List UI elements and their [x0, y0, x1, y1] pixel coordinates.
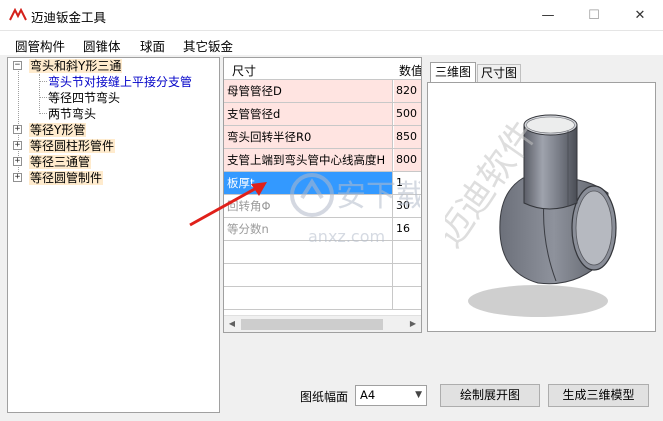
grid-row-empty: [224, 241, 421, 264]
tree-node-round-pipe-parts[interactable]: + 等径圆管制件: [13, 170, 104, 186]
grid-row[interactable]: 支管管径d 500: [224, 103, 421, 126]
grid-row[interactable]: 母管管径D 820: [224, 80, 421, 103]
tree-node-label: 等径圆柱形管件: [29, 139, 116, 153]
expand-icon[interactable]: +: [13, 141, 22, 150]
param-name: 母管管径D: [224, 80, 393, 102]
component-tree[interactable]: − 弯头和斜Y形三通 弯头节对接缝上平接分支管 等径四节弯头 两节弯头 + 等径…: [7, 57, 220, 413]
param-value[interactable]: 800: [394, 149, 421, 171]
tree-leaf-two-section-elbow[interactable]: 两节弯头: [48, 106, 96, 122]
tree-connector-line: [39, 81, 47, 82]
tree-node-label: 等径圆管制件: [29, 171, 104, 185]
tree-node-tee-pipe[interactable]: + 等径三通管: [13, 154, 92, 170]
grid-row[interactable]: 回转角Φ 30: [224, 195, 421, 218]
param-name: 支管上端到弯头管中心线高度H: [224, 149, 393, 171]
param-value[interactable]: 30: [394, 195, 421, 217]
param-name: 板厚t: [224, 172, 393, 194]
window-title: 迈迪钣金工具: [31, 10, 107, 25]
paper-size-value: A4: [360, 388, 376, 402]
expand-icon[interactable]: +: [13, 125, 22, 134]
tree-leaf-label: 两节弯头: [48, 107, 97, 121]
tree-node-elbow-tee[interactable]: − 弯头和斜Y形三通: [13, 58, 123, 74]
menu-pipe-components[interactable]: 圆管构件: [15, 36, 65, 55]
grid-row-selected[interactable]: 板厚t 1: [224, 172, 421, 195]
scroll-left-icon[interactable]: ◀: [225, 318, 239, 330]
title-bar: 迈迪钣金工具 — ☐ ✕: [0, 0, 663, 31]
tree-node-cylinder-pipe[interactable]: + 等径圆柱形管件: [13, 138, 116, 154]
paper-size-label: 图纸幅面: [300, 390, 349, 404]
param-value[interactable]: 850: [394, 126, 421, 148]
param-value[interactable]: 16: [394, 218, 421, 240]
tree-connector-line: [39, 97, 47, 98]
tree-connector-line: [39, 113, 47, 114]
column-header-dimension: 尺寸: [232, 64, 257, 78]
param-value[interactable]: 1: [394, 172, 421, 194]
tree-connector-line: [39, 74, 40, 114]
close-button[interactable]: ✕: [617, 0, 663, 31]
tree-node-label: 等径Y形管: [29, 123, 87, 137]
tree-leaf-label: 等径四节弯头: [48, 91, 121, 105]
column-header-value: 数值: [399, 64, 422, 78]
tree-node-y-pipe[interactable]: + 等径Y形管: [13, 122, 87, 138]
menu-bar: 圆管构件 圆锥体 球面 其它钣金: [0, 31, 663, 55]
grid-row[interactable]: 等分数n 16: [224, 218, 421, 241]
param-value[interactable]: 820: [394, 80, 421, 102]
chevron-down-icon: ▼: [415, 390, 422, 400]
collapse-icon[interactable]: −: [13, 61, 22, 70]
generate-3d-model-button[interactable]: 生成三维模型: [548, 384, 649, 407]
tree-node-label: 弯头和斜Y形三通: [29, 59, 123, 73]
model-3d-view[interactable]: [427, 82, 656, 332]
tree-leaf-label: 弯头节对接缝上平接分支管: [48, 75, 193, 89]
grid-header: 尺寸 数值: [224, 58, 422, 80]
param-name: 支管管径d: [224, 103, 393, 125]
tree-leaf-branch-pipe[interactable]: 弯头节对接缝上平接分支管: [48, 74, 192, 90]
minimize-button[interactable]: —: [525, 0, 571, 31]
grid-row[interactable]: 弯头回转半径R0 850: [224, 126, 421, 149]
tab-3d-view[interactable]: 三维图: [430, 62, 476, 82]
grid-row-empty: [224, 287, 421, 310]
tab-dimension-view[interactable]: 尺寸图: [477, 64, 521, 82]
menu-cone[interactable]: 圆锥体: [83, 36, 121, 55]
param-name: 等分数n: [224, 218, 393, 240]
draw-unfold-button[interactable]: 绘制展开图: [440, 384, 540, 407]
expand-icon[interactable]: +: [13, 157, 22, 166]
tree-node-label: 等径三通管: [29, 155, 92, 169]
parameter-grid[interactable]: 尺寸 数值 母管管径D 820 支管管径d 500 弯头回转半径R0 850 支…: [223, 57, 422, 333]
scrollbar-thumb[interactable]: [241, 319, 383, 330]
pipe-3d-model-image: [468, 114, 617, 317]
maximize-button[interactable]: ☐: [571, 0, 617, 31]
scroll-right-icon[interactable]: ▶: [406, 318, 420, 330]
param-name: 回转角Φ: [224, 195, 393, 217]
menu-other-sheetmetal[interactable]: 其它钣金: [183, 36, 233, 55]
grid-row-empty: [224, 264, 421, 287]
app-logo-icon: [9, 8, 27, 21]
param-value[interactable]: 500: [394, 103, 421, 125]
expand-icon[interactable]: +: [13, 173, 22, 182]
menu-sphere[interactable]: 球面: [140, 36, 165, 55]
tree-leaf-four-section-elbow[interactable]: 等径四节弯头: [48, 90, 120, 106]
paper-size-select[interactable]: A4 ▼: [355, 385, 427, 406]
grid-row[interactable]: 支管上端到弯头管中心线高度H 800: [224, 149, 421, 172]
param-name: 弯头回转半径R0: [224, 126, 393, 148]
horizontal-scrollbar[interactable]: ◀ ▶: [224, 315, 421, 332]
